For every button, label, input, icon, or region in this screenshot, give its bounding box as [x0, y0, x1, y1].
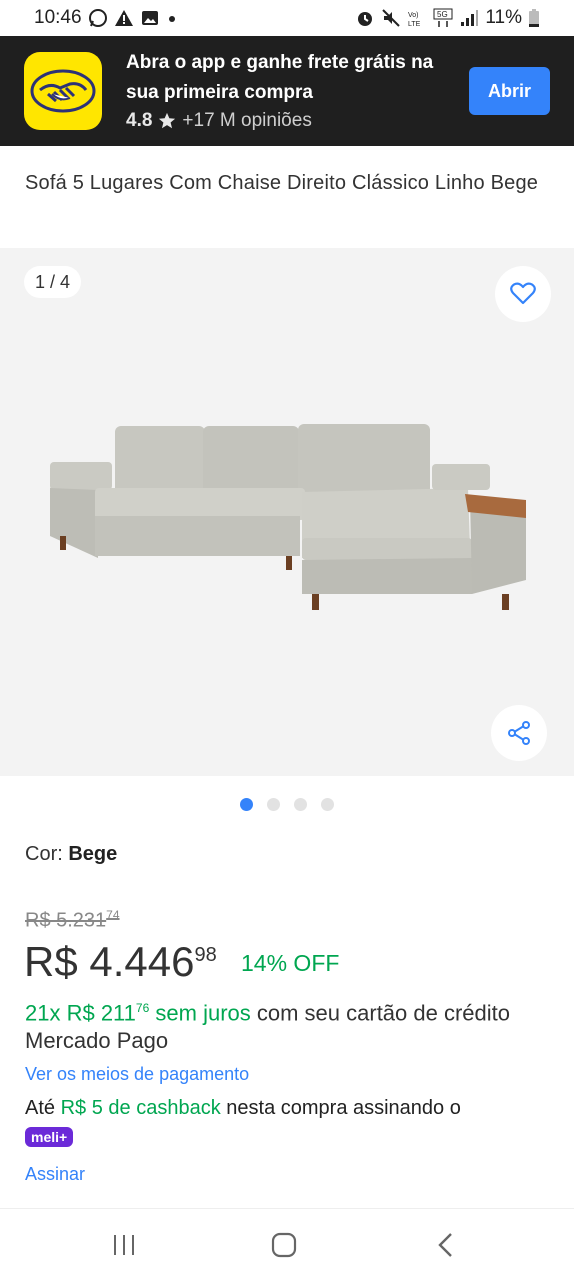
color-label: Cor: [25, 843, 63, 865]
share-button[interactable] [491, 705, 547, 761]
signal-icon [461, 10, 479, 26]
price-cents: 98 [194, 944, 217, 966]
5g-icon: 5G [433, 8, 453, 27]
cashback-amount: R$ 5 de cashback [60, 1097, 221, 1119]
current-price: R$ 4.44698 [24, 938, 217, 986]
whatsapp-icon [88, 9, 107, 27]
installments-info: 21x R$ 21176 sem juros com seu cartão de… [25, 994, 545, 1055]
open-app-button[interactable]: Abrir [469, 67, 550, 115]
price-int: R$ 4.446 [24, 938, 195, 985]
heart-icon [510, 282, 536, 305]
cashback-info: Até R$ 5 de cashback nesta compra assina… [25, 1094, 555, 1150]
installments-cents: 76 [135, 1001, 150, 1015]
mercadolivre-logo [24, 52, 102, 130]
svg-text:5G: 5G [437, 10, 448, 19]
discount-badge: 14% OFF [241, 950, 340, 976]
home-button[interactable] [264, 1227, 304, 1263]
system-navigation-bar [0, 1208, 574, 1281]
rating-score: 4.8 [126, 110, 153, 131]
pagination-dot-1[interactable] [240, 798, 253, 811]
status-bar: 10:46 Vo) LTE 5G 11% [0, 0, 574, 36]
pagination-dot-3[interactable] [294, 798, 307, 811]
pagination-dot-4[interactable] [321, 798, 334, 811]
reviews-count: +17 M opiniões [182, 110, 312, 131]
svg-text:LTE: LTE [408, 21, 421, 28]
favorite-button[interactable] [495, 266, 551, 322]
installments-amount: 21x R$ 211 [25, 1000, 136, 1026]
old-price-cents: 74 [106, 908, 120, 922]
installments-interest: sem juros [155, 1000, 251, 1026]
share-icon [508, 721, 530, 745]
handshake-icon [30, 69, 96, 113]
gallery-pagination [0, 796, 574, 814]
battery-percent: 11% [485, 7, 522, 28]
product-title: Sofá 5 Lugares Com Chaise Direito Clássi… [25, 172, 539, 194]
product-image-sofa [50, 424, 526, 610]
alert-icon [114, 10, 133, 26]
image-counter: 1 / 4 [24, 266, 82, 298]
meli-plus-badge: meli+ [25, 1127, 74, 1147]
status-right: Vo) LTE 5G 11% [355, 7, 540, 29]
subscribe-link[interactable]: Assinar [25, 1164, 85, 1185]
battery-icon [529, 9, 539, 27]
dot-icon [168, 16, 175, 22]
banner-rating: 4.8 +17 M opiniões [126, 110, 312, 132]
home-icon [271, 1232, 297, 1258]
back-button[interactable] [426, 1227, 466, 1263]
old-price-int: R$ 5.231 [25, 909, 107, 932]
old-price: R$ 5.23174 [25, 908, 120, 933]
color-value: Bege [68, 843, 118, 865]
image-icon [141, 11, 158, 25]
alarm-icon [358, 12, 373, 26]
svg-text:Vo): Vo) [408, 12, 419, 19]
app-install-banner: Abra o app e ganhe frete grátis na sua p… [0, 36, 574, 146]
mute-icon [382, 9, 401, 27]
star-icon [159, 112, 176, 129]
pagination-dot-2[interactable] [267, 798, 280, 811]
recents-icon [114, 1235, 134, 1255]
banner-title: Abra o app e ganhe frete grátis na sua p… [126, 52, 434, 103]
image-gallery[interactable]: 1 / 4 [0, 248, 574, 776]
payment-methods-link[interactable]: Ver os meios de pagamento [25, 1064, 249, 1085]
recents-button[interactable] [104, 1227, 144, 1263]
volte-icon: Vo) LTE [408, 12, 421, 28]
cashback-prefix: Até [25, 1097, 56, 1119]
cashback-text: nesta compra assinando o [226, 1097, 461, 1119]
clock: 10:46 [34, 7, 82, 28]
status-left: 10:46 [34, 7, 178, 29]
color-selector[interactable]: Cor: Bege [25, 843, 117, 866]
back-icon [438, 1233, 452, 1257]
